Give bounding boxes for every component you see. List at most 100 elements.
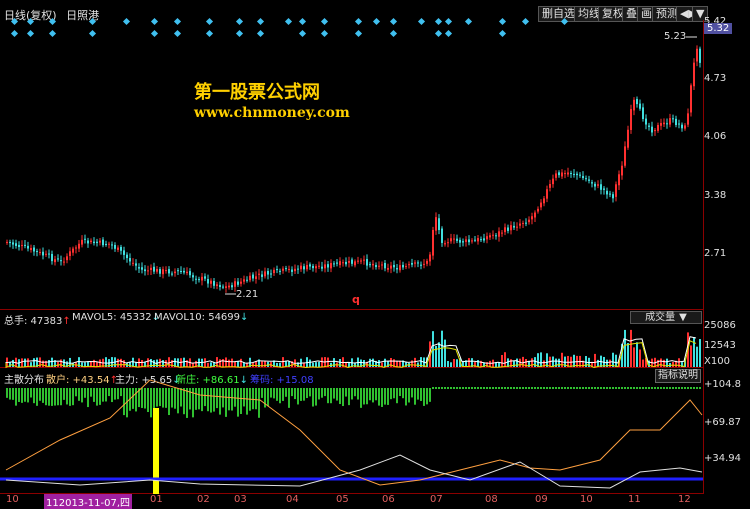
low-annotation: 2.21 bbox=[236, 289, 259, 300]
candle-body bbox=[303, 266, 305, 270]
candle-body bbox=[663, 122, 665, 125]
candle-body bbox=[459, 239, 461, 243]
candle-body bbox=[387, 268, 389, 270]
candle-body bbox=[315, 266, 317, 269]
candle-body bbox=[519, 223, 521, 226]
candle-body bbox=[681, 124, 683, 129]
chip-bar bbox=[312, 388, 314, 407]
candle-body bbox=[138, 267, 140, 269]
candle-body bbox=[141, 267, 143, 270]
volume-bar bbox=[309, 359, 311, 367]
candle-body bbox=[417, 262, 419, 264]
candle-body bbox=[273, 269, 275, 274]
candle-body bbox=[528, 219, 530, 223]
chip-bar bbox=[39, 388, 41, 401]
chip-bar bbox=[354, 388, 356, 397]
volume-bar bbox=[594, 353, 596, 367]
candle-body bbox=[639, 103, 641, 109]
candle-body bbox=[81, 239, 83, 245]
candle-body bbox=[684, 125, 686, 129]
candle-body bbox=[312, 265, 314, 269]
candle-body bbox=[384, 262, 386, 269]
signal-diamond-icon bbox=[235, 17, 244, 26]
volume-bar bbox=[639, 349, 641, 367]
chip-bar bbox=[183, 388, 185, 415]
xaxis-month-03: 03 bbox=[234, 494, 247, 505]
chip-bar bbox=[231, 388, 233, 411]
candle-body bbox=[651, 126, 653, 133]
candle-body bbox=[618, 174, 620, 186]
candle-body bbox=[666, 123, 668, 125]
candle-body bbox=[501, 232, 503, 234]
candle-body bbox=[39, 252, 41, 254]
candle-body bbox=[249, 275, 251, 281]
chip-bar bbox=[384, 388, 386, 405]
chip-bar bbox=[414, 388, 416, 405]
chip-bar bbox=[429, 388, 431, 402]
candle-body bbox=[594, 183, 596, 187]
candle-body bbox=[624, 146, 626, 166]
candle-body bbox=[396, 268, 398, 270]
candle-body bbox=[405, 266, 407, 268]
candlestick-chart[interactable] bbox=[0, 0, 750, 509]
candle-body bbox=[357, 260, 359, 262]
candle-body bbox=[174, 271, 176, 274]
xaxis-month-02: 02 bbox=[197, 494, 210, 505]
candle-body bbox=[72, 248, 74, 253]
volume-bar bbox=[444, 339, 446, 367]
candle-body bbox=[411, 262, 413, 265]
candle-body bbox=[285, 268, 287, 270]
candle-body bbox=[606, 190, 608, 195]
price-tick-271: 2.71 bbox=[704, 248, 727, 259]
candle-body bbox=[636, 98, 638, 105]
volume-bar bbox=[333, 358, 335, 367]
volume-bar bbox=[672, 361, 674, 367]
candle-body bbox=[168, 269, 170, 274]
volume-bar bbox=[642, 359, 644, 367]
chip-bar bbox=[210, 388, 212, 413]
chip-bar bbox=[6, 388, 8, 398]
candle-body bbox=[576, 173, 578, 176]
candle-body bbox=[207, 279, 209, 284]
chip-bar bbox=[123, 388, 125, 416]
chip-bar bbox=[405, 388, 407, 406]
xaxis-start: 10 bbox=[6, 494, 19, 505]
candle-body bbox=[567, 172, 569, 175]
signal-diamond-icon bbox=[354, 29, 363, 38]
candle-body bbox=[105, 243, 107, 245]
chip-bar bbox=[90, 388, 92, 397]
chip-bar bbox=[45, 388, 47, 406]
chip-bar bbox=[108, 388, 110, 397]
chip-bar bbox=[147, 388, 149, 413]
signal-diamond-icon bbox=[389, 29, 398, 38]
chip-retail: 散户: +43.54↑ bbox=[46, 375, 118, 386]
chip-bar bbox=[300, 388, 302, 401]
volume-bar bbox=[516, 358, 518, 367]
chip-bar bbox=[261, 388, 263, 398]
candle-body bbox=[24, 244, 26, 246]
candle-body bbox=[660, 123, 662, 126]
volume-bar bbox=[228, 359, 230, 367]
candle-body bbox=[462, 241, 464, 243]
candle-body bbox=[69, 251, 71, 257]
chip-bar bbox=[156, 388, 158, 407]
candle-body bbox=[93, 241, 95, 244]
candle-body bbox=[195, 278, 197, 280]
xaxis-month-12: 12 bbox=[678, 494, 691, 505]
indicator-select[interactable]: 成交量 ▼ bbox=[630, 311, 702, 324]
candle-body bbox=[363, 259, 365, 261]
candle-body bbox=[339, 261, 341, 266]
candle-body bbox=[555, 173, 557, 178]
candle-body bbox=[36, 251, 38, 253]
chip-bar bbox=[78, 388, 80, 401]
candle-body bbox=[381, 264, 383, 266]
candle-body bbox=[48, 253, 50, 255]
chip-bar bbox=[120, 388, 122, 397]
candle-body bbox=[582, 176, 584, 179]
indicator-help-button[interactable]: 指标说明 bbox=[655, 369, 701, 383]
xaxis-month-04: 04 bbox=[286, 494, 299, 505]
volume-bar bbox=[633, 347, 635, 367]
candle-body bbox=[258, 273, 260, 275]
candle-body bbox=[579, 174, 581, 176]
chip-bar bbox=[357, 388, 359, 400]
